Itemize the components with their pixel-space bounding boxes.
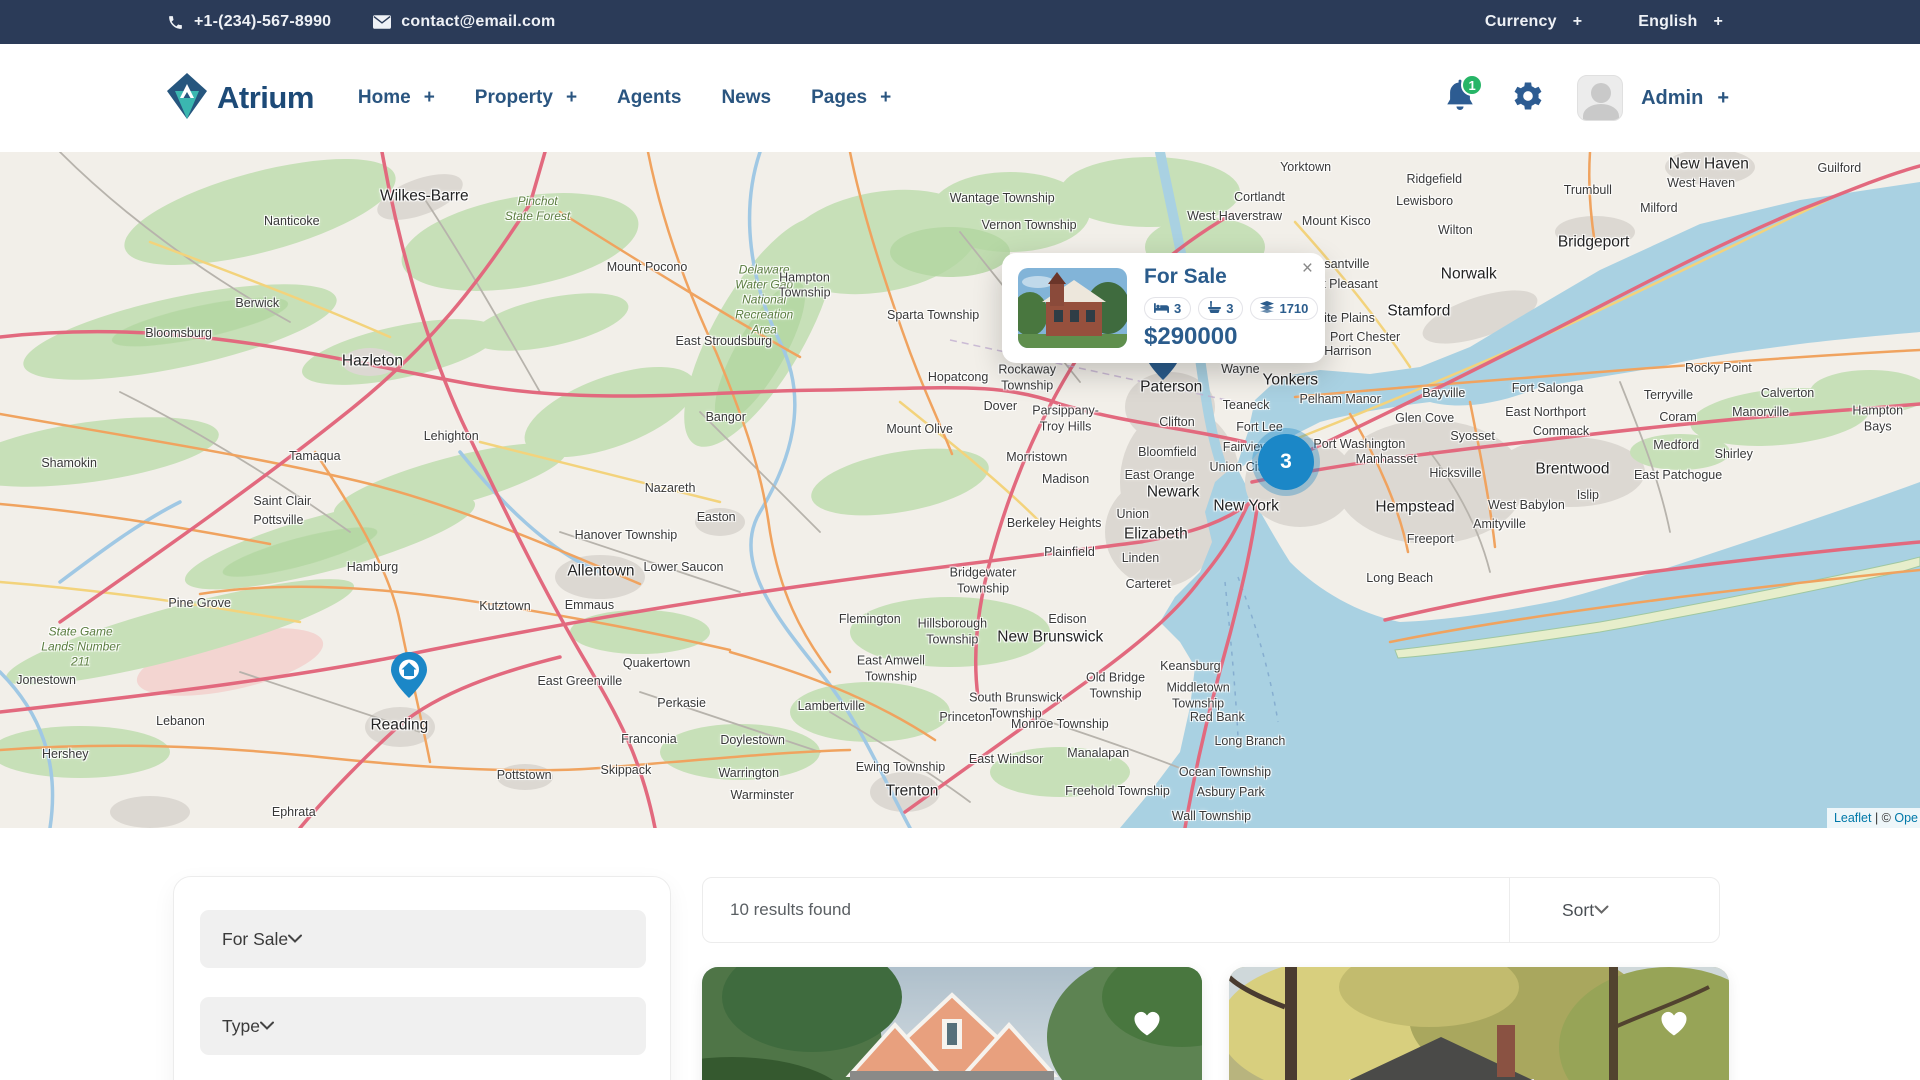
popup-title[interactable]: For Sale xyxy=(1144,265,1227,289)
popup-price: $290000 xyxy=(1144,323,1237,351)
brand-logo[interactable]: Atrium xyxy=(167,73,314,124)
plus-icon: + xyxy=(1573,13,1583,31)
beds-badge: 3 xyxy=(1144,297,1191,320)
layers-icon xyxy=(1260,301,1274,316)
nav-property[interactable]: Property+ xyxy=(475,87,577,109)
filter-status-value: For Sale xyxy=(222,929,288,950)
filter-status-dropdown[interactable]: For Sale xyxy=(200,910,646,968)
nav-news[interactable]: News xyxy=(721,87,771,109)
property-photo xyxy=(702,967,1202,1080)
leaflet-link[interactable]: Leaflet xyxy=(1834,811,1872,825)
map-pin-reading[interactable] xyxy=(391,652,427,698)
plus-icon: + xyxy=(424,87,435,109)
email-link[interactable]: contact@email.com xyxy=(373,13,555,31)
atrium-gem-icon xyxy=(167,73,207,124)
main-nav: Home+ Property+ Agents News Pages+ xyxy=(358,87,891,109)
cluster-count: 3 xyxy=(1280,450,1292,474)
gear-icon xyxy=(1511,100,1545,117)
currency-menu[interactable]: Currency + xyxy=(1485,13,1582,31)
page: +1-(234)-567-8990 contact@email.com Curr… xyxy=(0,0,1920,1080)
property-photo xyxy=(1229,967,1729,1080)
notification-badge: 1 xyxy=(1461,74,1483,96)
phone-icon xyxy=(167,14,184,31)
filters-panel: For Sale Type xyxy=(173,876,671,1080)
popup-property-photo[interactable] xyxy=(1018,268,1127,348)
phone-link[interactable]: +1-(234)-567-8990 xyxy=(167,13,331,31)
currency-label: Currency xyxy=(1485,13,1557,31)
property-card[interactable] xyxy=(702,967,1202,1080)
bath-icon xyxy=(1208,301,1221,316)
language-menu[interactable]: English + xyxy=(1638,13,1723,31)
favorite-heart-icon[interactable] xyxy=(1659,1009,1689,1042)
popup-badges: 3 3 1710 xyxy=(1144,297,1318,320)
close-icon[interactable]: × xyxy=(1302,259,1313,278)
chevron-down-icon xyxy=(260,1017,274,1035)
sort-label: Sort xyxy=(1562,900,1594,921)
osm-link[interactable]: Ope xyxy=(1894,811,1918,825)
map[interactable]: Wilkes-BarreNanticokePinchot State Fores… xyxy=(0,152,1920,828)
bed-icon xyxy=(1154,301,1169,316)
map-attribution: Leaflet | © Ope xyxy=(1827,808,1920,828)
map-cluster-marker[interactable]: 3 xyxy=(1258,434,1314,490)
baths-badge: 3 xyxy=(1198,297,1243,320)
bell-icon xyxy=(1443,104,1477,121)
avatar[interactable] xyxy=(1577,75,1623,121)
notifications-button[interactable]: 1 xyxy=(1443,79,1479,117)
nav-agents[interactable]: Agents xyxy=(617,87,681,109)
map-tiles xyxy=(0,152,1920,828)
admin-menu[interactable]: Admin + xyxy=(1641,87,1729,110)
chevron-down-icon xyxy=(1594,901,1609,919)
envelope-icon xyxy=(373,15,391,29)
area-badge: 1710 xyxy=(1250,297,1318,320)
nav-home[interactable]: Home+ xyxy=(358,87,435,109)
header: Atrium Home+ Property+ Agents News Pages… xyxy=(0,44,1920,152)
property-card[interactable] xyxy=(1229,967,1729,1080)
plus-icon: + xyxy=(1717,87,1729,110)
avatar-body xyxy=(1583,104,1619,121)
results-count: 10 results found xyxy=(730,900,851,920)
language-label: English xyxy=(1638,13,1697,31)
settings-button[interactable] xyxy=(1511,79,1545,118)
plus-icon: + xyxy=(566,87,577,109)
chevron-down-icon xyxy=(288,930,302,948)
sort-dropdown[interactable]: Sort xyxy=(1509,878,1719,942)
plus-icon: + xyxy=(880,87,891,109)
filter-type-value: Type xyxy=(222,1016,260,1037)
filter-type-dropdown[interactable]: Type xyxy=(200,997,646,1055)
topbar: +1-(234)-567-8990 contact@email.com Curr… xyxy=(0,0,1920,44)
phone-number: +1-(234)-567-8990 xyxy=(194,13,331,31)
nav-pages[interactable]: Pages+ xyxy=(811,87,891,109)
plus-icon: + xyxy=(1713,13,1723,31)
email-address: contact@email.com xyxy=(401,13,555,31)
brand-name: Atrium xyxy=(217,80,314,116)
results-bar: 10 results found Sort xyxy=(702,877,1720,943)
avatar-head xyxy=(1591,83,1611,103)
admin-label: Admin xyxy=(1641,87,1703,110)
map-popup: For Sale 3 3 xyxy=(1002,253,1325,363)
favorite-heart-icon[interactable] xyxy=(1132,1009,1162,1042)
